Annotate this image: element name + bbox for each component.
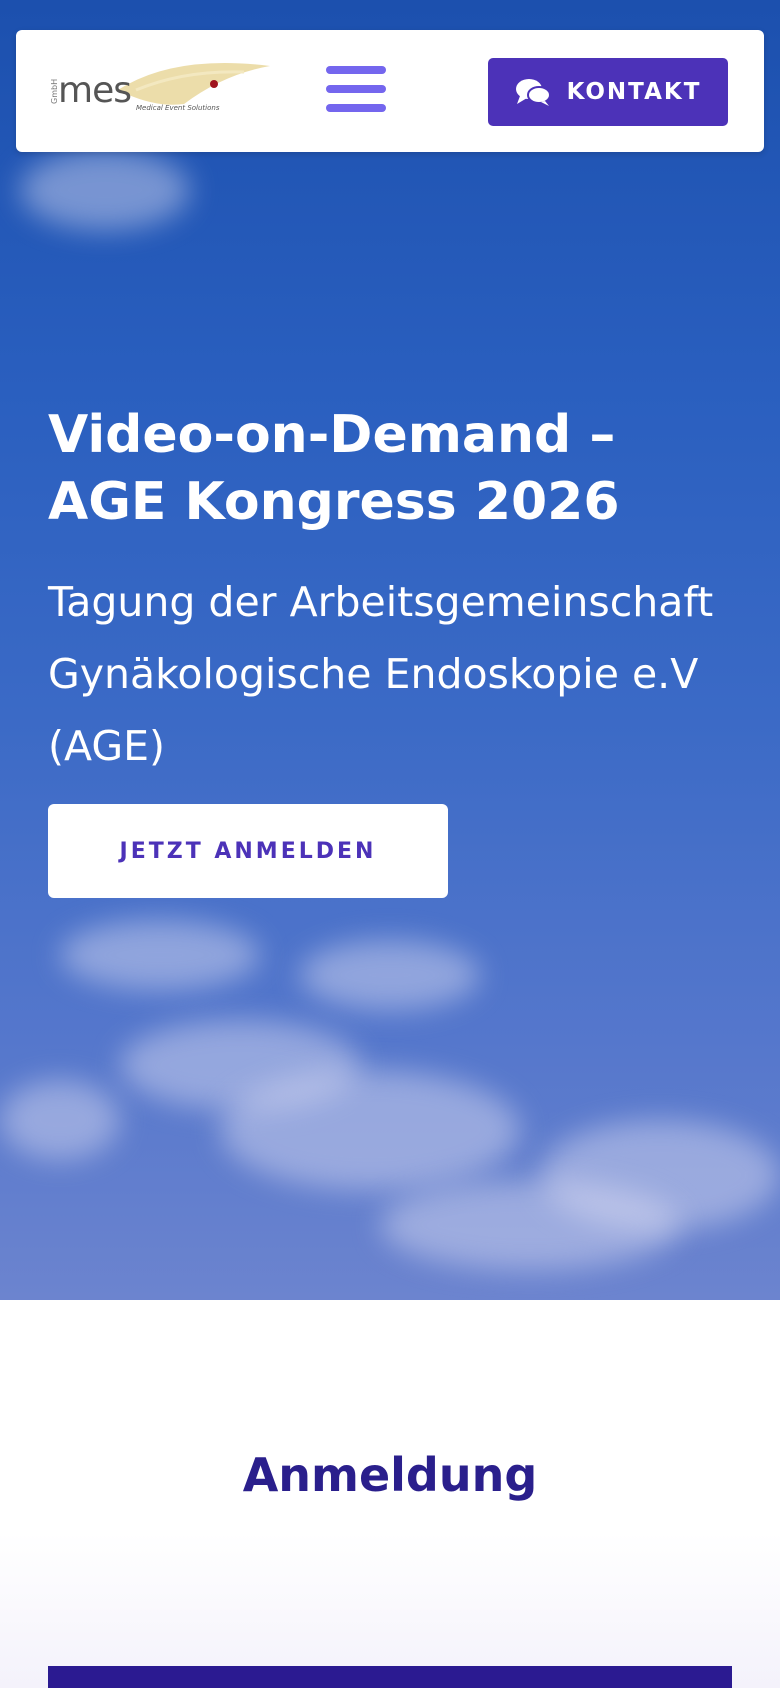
logo-tagline: Medical Event Solutions (136, 104, 220, 112)
cloud-decoration (300, 940, 480, 1010)
hamburger-menu-icon[interactable] (326, 66, 386, 116)
cloud-decoration (0, 1080, 120, 1160)
logo-wordmark: mes (58, 70, 132, 111)
registration-panel-top (48, 1666, 732, 1688)
logo-eye-swoosh-icon (118, 63, 270, 105)
site-header: GmbH mes Medical Event Solutions KONTAKT (16, 30, 764, 152)
registration-section: Anmeldung (0, 1300, 780, 1688)
mes-logo[interactable]: GmbH mes Medical Event Solutions (50, 58, 270, 118)
section-title-anmeldung: Anmeldung (242, 1448, 538, 1502)
cloud-decoration (20, 150, 190, 230)
kontakt-button[interactable]: KONTAKT (488, 58, 728, 126)
hero-section: GmbH mes Medical Event Solutions KONTAKT… (0, 0, 780, 1300)
kontakt-button-label: KONTAKT (566, 79, 702, 105)
hamburger-line (326, 104, 386, 112)
hamburger-line (326, 66, 386, 74)
page-title: Video-on-Demand – AGE Kongress 2026 (48, 405, 620, 532)
cloud-decoration (60, 920, 260, 990)
chat-bubbles-icon (515, 79, 551, 106)
cloud-decoration (220, 1070, 520, 1190)
hamburger-line (326, 85, 386, 93)
cloud-decoration (380, 1180, 680, 1270)
register-now-button[interactable]: JETZT ANMELDEN (48, 804, 448, 898)
hero-subtitle: Tagung der Arbeitsgemeinschaft Gynäkolog… (48, 578, 714, 770)
